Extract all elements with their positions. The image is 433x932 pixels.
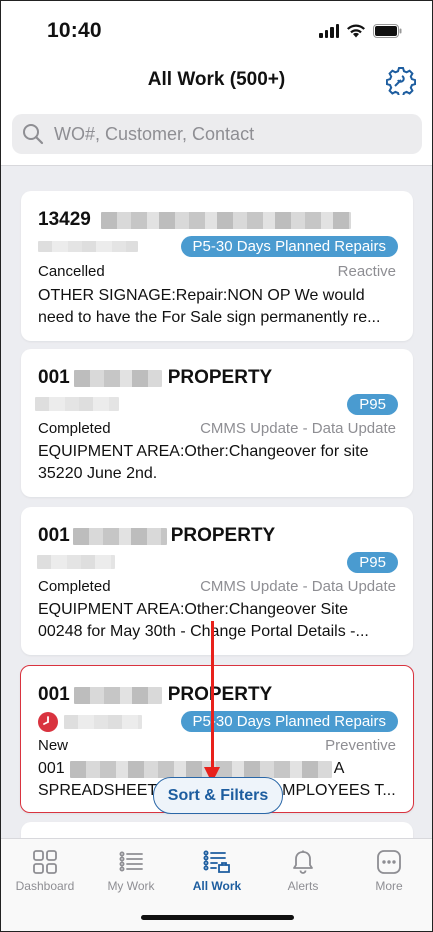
all-work-icon xyxy=(203,850,230,873)
work-order-type: Reactive xyxy=(337,263,396,280)
work-order-description: EQUIPMENT AREA:Other:Changeover for site… xyxy=(38,443,369,482)
list-icon xyxy=(119,851,143,872)
work-order-card[interactable]: 13429 P5-30 Days Planned Repairs Cancell… xyxy=(21,191,413,341)
home-indicator xyxy=(141,915,294,920)
redacted-text xyxy=(69,760,332,778)
work-order-status: New xyxy=(38,737,69,754)
priority-badge: P5-30 Days Planned Repairs xyxy=(180,236,398,257)
work-order-title: 001 PROPERTY xyxy=(38,525,275,547)
bell-icon xyxy=(293,850,313,874)
tab-more[interactable]: More xyxy=(346,849,432,893)
redacted-text xyxy=(73,369,162,387)
tab-label: All Work xyxy=(192,879,242,893)
tab-label: My Work xyxy=(107,879,155,893)
search-icon xyxy=(23,124,44,145)
search-area xyxy=(1,103,432,166)
redacted-text xyxy=(73,686,162,704)
work-order-card[interactable]: 001 PROPERTY P95 Completed CMMS Update -… xyxy=(21,349,413,497)
work-order-number: 001 xyxy=(38,525,70,546)
tab-all-work[interactable]: All Work xyxy=(174,849,260,893)
work-order-status: Completed xyxy=(38,578,111,595)
work-order-card[interactable]: 001 PROPERTY P95 Completed CMMS Update -… xyxy=(21,507,413,655)
dashboard-icon xyxy=(33,850,57,874)
work-order-title: 13429 xyxy=(38,209,351,231)
cellular-signal-icon xyxy=(319,23,339,38)
redacted-text xyxy=(35,397,119,411)
work-order-number: 001 xyxy=(38,367,70,388)
work-order-list[interactable]: 13429 P5-30 Days Planned Repairs Cancell… xyxy=(1,166,432,838)
work-order-title: 001 PROPERTY xyxy=(38,684,272,706)
tab-label: More xyxy=(375,879,403,893)
page-title: All Work (500+) xyxy=(147,69,286,90)
work-order-description: EQUIPMENT AREA:Other:Changeover Site 002… xyxy=(38,601,369,640)
work-order-card[interactable] xyxy=(21,822,413,838)
redacted-text xyxy=(37,555,115,569)
redacted-text xyxy=(64,715,142,729)
tab-dashboard[interactable]: Dashboard xyxy=(2,849,88,893)
priority-badge: P95 xyxy=(347,394,398,415)
redacted-text xyxy=(100,211,351,229)
work-order-status: Cancelled xyxy=(38,263,105,280)
status-bar: 10:40 xyxy=(1,1,432,57)
tab-label: Alerts xyxy=(287,879,319,893)
tab-label: Dashboard xyxy=(15,879,75,893)
redacted-text xyxy=(38,241,138,252)
property-label: PROPERTY xyxy=(167,367,273,388)
search-input[interactable] xyxy=(52,122,396,146)
work-order-type: Preventive xyxy=(325,737,396,754)
work-order-type: CMMS Update - Data Update xyxy=(200,420,396,437)
status-time: 10:40 xyxy=(47,19,102,42)
property-label: PROPERTY xyxy=(167,684,273,705)
work-order-number: 001 xyxy=(38,684,70,705)
work-order-title: 001 PROPERTY xyxy=(38,367,272,389)
overdue-clock-icon xyxy=(38,712,58,732)
wifi-icon xyxy=(346,23,366,38)
tab-alerts[interactable]: Alerts xyxy=(260,849,346,893)
work-order-description: OTHER SIGNAGE:Repair:NON OP We would nee… xyxy=(38,287,381,326)
property-label: PROPERTY xyxy=(170,525,276,546)
settings-gear-icon[interactable] xyxy=(385,65,417,98)
battery-icon xyxy=(373,23,402,38)
tab-my-work[interactable]: My Work xyxy=(88,849,174,893)
work-order-type: CMMS Update - Data Update xyxy=(200,578,396,595)
search-bar[interactable] xyxy=(12,114,422,154)
work-order-status: Completed xyxy=(38,420,111,437)
sort-filters-button[interactable]: Sort & Filters xyxy=(153,777,283,814)
priority-badge: P95 xyxy=(347,552,398,573)
more-icon xyxy=(377,850,401,874)
system-icons xyxy=(319,23,402,38)
app-screen: 10:40 All Work (500+) WO#, Customer, Con… xyxy=(0,0,433,932)
annotation-arrow xyxy=(211,621,214,771)
work-order-number: 13429 xyxy=(38,209,91,230)
redacted-text xyxy=(72,527,167,545)
nav-header: All Work (500+) xyxy=(1,57,432,103)
